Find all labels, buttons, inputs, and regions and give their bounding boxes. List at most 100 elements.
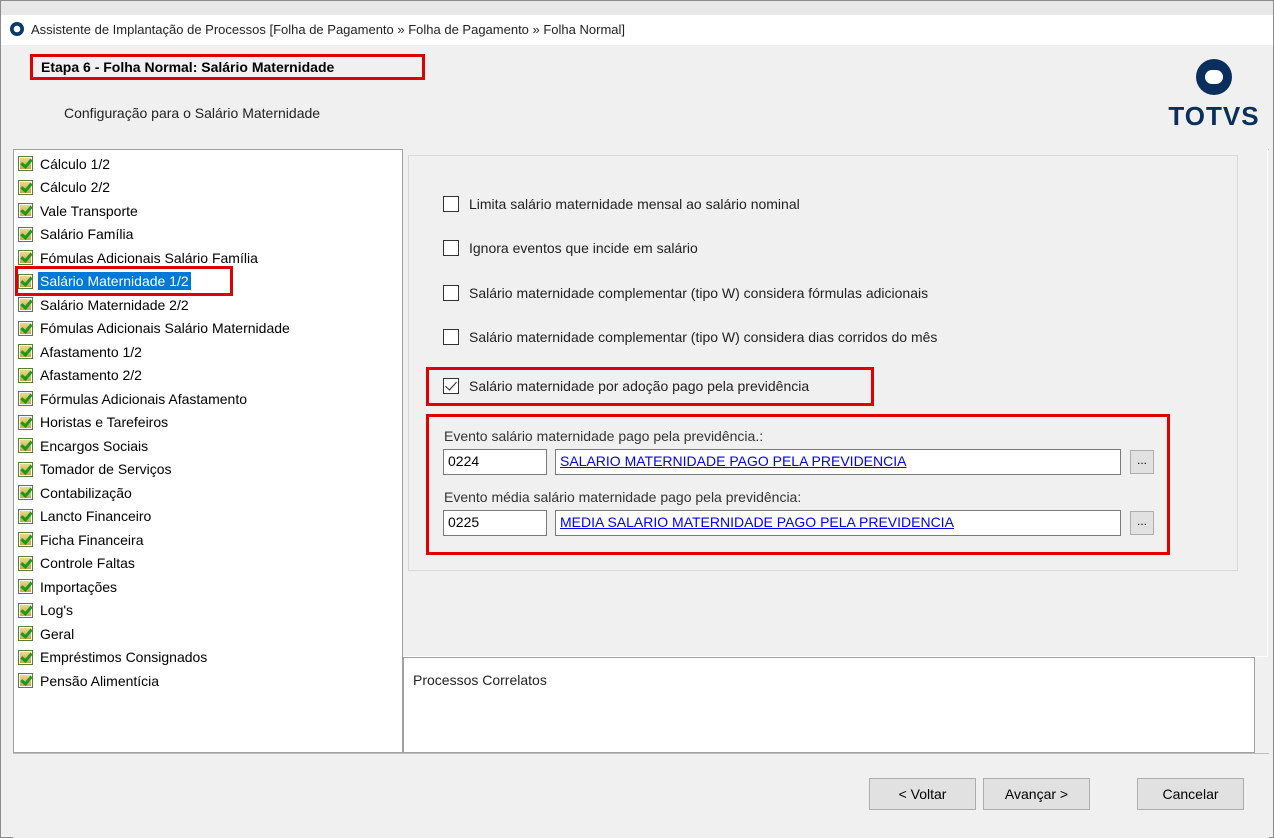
- tree-item-label: Salário Maternidade 2/2: [40, 296, 189, 313]
- completed-check-icon: [18, 344, 33, 359]
- event2-description-link[interactable]: MEDIA SALARIO MATERNIDADE PAGO PELA PREV…: [555, 510, 1121, 536]
- completed-check-icon: [18, 579, 33, 594]
- next-button[interactable]: Avançar >: [983, 778, 1090, 810]
- completed-check-icon: [18, 626, 33, 641]
- completed-check-icon: [18, 273, 33, 289]
- tree-item-label: Afastamento 2/2: [40, 367, 142, 383]
- completed-check-icon: [18, 367, 33, 383]
- window-title: Assistente de Implantação de Processos […: [31, 22, 626, 37]
- tree-item[interactable]: Lancto Financeiro: [18, 505, 153, 528]
- option-label: Limita salário maternidade mensal ao sal…: [469, 196, 800, 212]
- event1-lookup-button[interactable]: ...: [1130, 450, 1154, 474]
- tree-item-label: Encargos Sociais: [40, 437, 149, 454]
- completed-check-icon: [18, 391, 33, 406]
- tree-item[interactable]: Controle Faltas: [18, 552, 137, 575]
- tree-item[interactable]: Geral: [18, 622, 76, 645]
- back-button[interactable]: < Voltar: [869, 778, 976, 810]
- tree-item-label: Importações: [40, 578, 118, 595]
- completed-check-icon: [18, 297, 33, 312]
- completed-check-icon: [18, 320, 33, 336]
- option-adocao-previdencia[interactable]: Salário maternidade por adoção pago pela…: [443, 375, 809, 397]
- tree-item-label: Lancto Financeiro: [40, 508, 152, 524]
- tree-item-label: Horistas e Tarefeiros: [40, 414, 169, 430]
- tree-item[interactable]: Horistas e Tarefeiros: [18, 411, 170, 434]
- tree-item[interactable]: Encargos Sociais: [18, 434, 150, 457]
- completed-check-icon: [18, 156, 33, 171]
- completed-check-icon: [18, 179, 33, 195]
- tree-item[interactable]: Contabilização: [18, 481, 134, 504]
- tree-item[interactable]: Cálculo 1/2: [18, 152, 112, 175]
- completed-check-icon: [18, 649, 33, 665]
- event2-code-input[interactable]: 0225: [443, 510, 547, 536]
- totvs-logo: TOTVS: [1164, 57, 1264, 137]
- tree-item-label: Ficha Financeira: [40, 531, 144, 548]
- tree-item[interactable]: Afastamento 1/2: [18, 340, 144, 363]
- tree-item[interactable]: Salário Família: [18, 223, 135, 246]
- tree-item[interactable]: Fómulas Adicionais Salário Família: [18, 246, 260, 269]
- tree-item[interactable]: Salário Maternidade 1/2: [18, 270, 191, 293]
- checkbox[interactable]: [443, 285, 459, 301]
- event1-code-input[interactable]: 0224: [443, 449, 547, 475]
- tree-item[interactable]: Ficha Financeira: [18, 528, 146, 551]
- totvs-globe-icon: [1196, 59, 1232, 95]
- cancel-button[interactable]: Cancelar: [1137, 778, 1244, 810]
- wizard-window: Assistente de Implantação de Processos […: [0, 0, 1274, 838]
- tree-item[interactable]: Tomador de Serviços: [18, 458, 174, 481]
- tree-item-label: Contabilização: [40, 484, 132, 501]
- options-group: Limita salário maternidade mensal ao sal…: [408, 155, 1238, 571]
- event1-description-link[interactable]: SALARIO MATERNIDADE PAGO PELA PREVIDENCI…: [555, 449, 1121, 475]
- checkbox-checked[interactable]: [443, 378, 459, 394]
- completed-check-icon: [18, 414, 33, 430]
- tree-item-label: Salário Família: [40, 226, 134, 242]
- tree-item[interactable]: Empréstimos Consignados: [18, 646, 209, 669]
- tree-item[interactable]: Fórmulas Adicionais Afastamento: [18, 387, 249, 410]
- option-ignora-eventos[interactable]: Ignora eventos que incide em salário: [443, 237, 698, 259]
- completed-check-icon: [18, 485, 33, 500]
- event1-label: Evento salário maternidade pago pela pre…: [444, 428, 764, 444]
- tree-item[interactable]: Vale Transporte: [18, 199, 140, 222]
- checkbox[interactable]: [443, 329, 459, 345]
- tree-item[interactable]: Fómulas Adicionais Salário Maternidade: [18, 317, 292, 340]
- title-bar: Assistente de Implantação de Processos […: [1, 15, 1273, 45]
- tree-item[interactable]: Cálculo 2/2: [18, 176, 112, 199]
- steps-tree: Cálculo 1/2 Cálculo 2/2 Vale Transporte Sal…: [13, 149, 403, 753]
- tree-item-label: Salário Maternidade 1/2: [38, 272, 191, 290]
- tree-item-label: Fórmulas Adicionais Afastamento: [40, 390, 247, 407]
- option-complementar-formulas[interactable]: Salário maternidade complementar (tipo W…: [443, 282, 928, 304]
- option-complementar-dias[interactable]: Salário maternidade complementar (tipo W…: [443, 326, 937, 348]
- app-icon: [10, 22, 24, 36]
- tree-item[interactable]: Log's: [18, 599, 75, 622]
- step-subtitle: Configuração para o Salário Maternidade: [64, 105, 321, 121]
- tree-item[interactable]: Importações: [18, 575, 119, 598]
- completed-check-icon: [18, 508, 33, 524]
- checkbox[interactable]: [443, 240, 459, 256]
- brand-name: TOTVS: [1168, 101, 1260, 131]
- tree-item-label: Tomador de Serviços: [40, 461, 172, 477]
- tree-item-label: Cálculo 2/2: [40, 179, 111, 195]
- completed-check-icon: [18, 250, 33, 265]
- tree-item-label: Fómulas Adicionais Salário Maternidade: [40, 320, 290, 336]
- completed-check-icon: [18, 203, 33, 218]
- tree-item[interactable]: Pensão Alimentícia: [18, 669, 161, 692]
- option-label: Ignora eventos que incide em salário: [469, 240, 698, 256]
- tree-item-label: Controle Faltas: [40, 555, 135, 571]
- wizard-header: Etapa 6 - Folha Normal: Salário Maternid…: [13, 45, 1269, 150]
- tree-item-label: Pensão Alimentícia: [40, 672, 160, 689]
- step-title: Etapa 6 - Folha Normal: Salário Maternid…: [30, 54, 425, 80]
- option-label: Salário maternidade complementar (tipo W…: [469, 329, 938, 345]
- tree-item-label: Cálculo 1/2: [40, 155, 111, 172]
- tree-item[interactable]: Salário Maternidade 2/2: [18, 293, 191, 316]
- tree-item-label: Empréstimos Consignados: [40, 649, 208, 665]
- tree-item-label: Vale Transporte: [40, 202, 138, 219]
- related-processes-title: Processos Correlatos: [413, 672, 547, 688]
- event2-lookup-button[interactable]: ...: [1130, 511, 1154, 535]
- config-panel: Limita salário maternidade mensal ao sal…: [403, 149, 1268, 657]
- option-label: Salário maternidade por adoção pago pela…: [469, 378, 810, 394]
- related-processes-panel: Processos Correlatos: [403, 657, 1255, 753]
- option-limita-salario[interactable]: Limita salário maternidade mensal ao sal…: [443, 193, 800, 215]
- completed-check-icon: [18, 673, 33, 688]
- checkbox[interactable]: [443, 196, 459, 212]
- tree-item[interactable]: Afastamento 2/2: [18, 364, 144, 387]
- completed-check-icon: [18, 532, 33, 547]
- tree-item-label: Afastamento 1/2: [40, 343, 142, 360]
